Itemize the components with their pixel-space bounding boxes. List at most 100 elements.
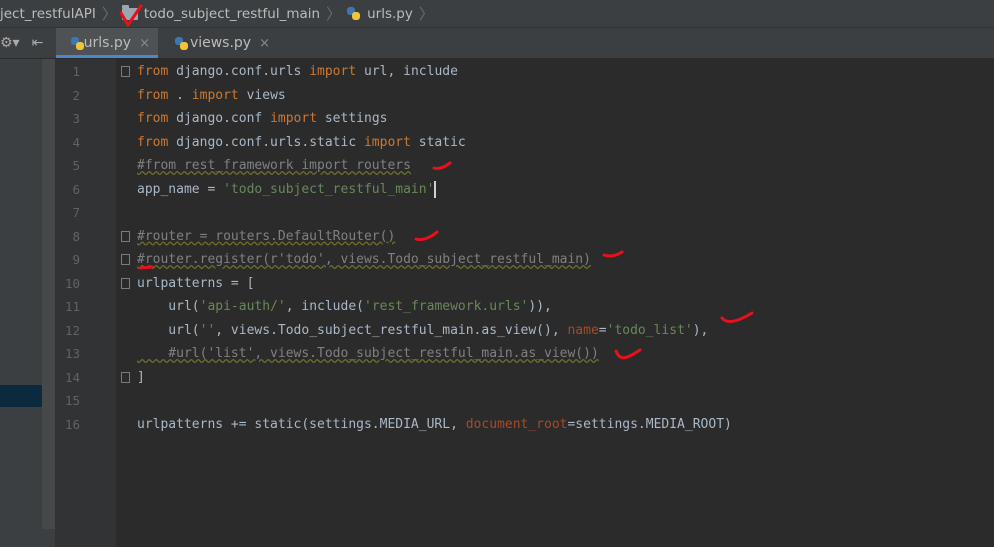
- code-token: import: [363, 134, 411, 150]
- code-token: django.conf.urls.static: [168, 134, 364, 150]
- code-token: url(: [137, 322, 200, 338]
- code-text: #router = routers.DefaultRouter(): [137, 225, 395, 249]
- code-token: app_name =: [137, 181, 224, 197]
- code-token: =: [598, 322, 607, 338]
- code-token: settings: [317, 111, 388, 126]
- line-number: 13: [64, 346, 80, 361]
- code-text: #from rest_framework import routers: [137, 154, 411, 178]
- code-text: #router.register(r'todo', views.Todo_sub…: [137, 248, 591, 272]
- code-line[interactable]: #from rest_framework import routers: [116, 154, 994, 178]
- line-number: 9: [72, 252, 80, 267]
- close-icon[interactable]: ×: [259, 36, 270, 51]
- code-line[interactable]: url('api-auth/', include('rest_framework…: [116, 295, 994, 319]
- code-text: from django.conf import settings: [137, 107, 387, 131]
- code-token: .: [168, 87, 192, 103]
- code-text: url('api-auth/', include('rest_framework…: [137, 295, 552, 319]
- line-number: 6: [72, 181, 80, 197]
- code-text: #url('list', views.Todo_subject_restful_…: [137, 342, 599, 366]
- breadcrumb-item-file[interactable]: urls.py 〉: [346, 3, 439, 24]
- code-token: import: [270, 111, 318, 126]
- fold-marker-icon[interactable]: [121, 254, 130, 265]
- code-token: urlpatterns += static(settings.MEDIA_URL…: [137, 416, 466, 432]
- line-number: 10: [64, 275, 80, 291]
- code-token: from: [137, 87, 169, 103]
- code-text: urlpatterns = [: [137, 272, 254, 296]
- code-line[interactable]: url('', views.Todo_subject_restful_main.…: [116, 319, 994, 343]
- code-text: url('', views.Todo_subject_restful_main.…: [137, 319, 708, 343]
- code-token: urlpatterns = [: [137, 275, 255, 291]
- code-token: django.conf.urls: [168, 64, 310, 79]
- code-token: from: [137, 111, 169, 126]
- collapse-icon[interactable]: ⇤: [32, 35, 44, 51]
- text-cursor: [434, 180, 437, 198]
- code-token: #from rest_framework import routers: [137, 158, 411, 173]
- fold-marker-icon[interactable]: [121, 371, 130, 383]
- code-token: document_root: [465, 416, 568, 432]
- breadcrumb-item-folder[interactable]: todo_subject_restful_main 〉: [121, 3, 346, 24]
- line-number: 11: [64, 299, 80, 314]
- code-line[interactable]: #url('list', views.Todo_subject_restful_…: [116, 342, 994, 366]
- breadcrumb-label: ject_restfulAPI: [0, 5, 96, 22]
- line-number: 1: [72, 64, 80, 79]
- line-number: 8: [72, 228, 80, 244]
- line-number: 16: [64, 416, 80, 432]
- fold-marker-icon[interactable]: [121, 230, 130, 242]
- code-token: ]: [137, 369, 145, 385]
- code-text: from django.conf.urls.static import stat…: [137, 131, 466, 155]
- code-editor[interactable]: from django.conf.urls import url, includ…: [116, 59, 994, 547]
- code-token: #router.register(r'todo', views.Todo_sub…: [137, 252, 591, 267]
- gear-icon[interactable]: ⚙▾: [0, 35, 20, 51]
- chevron-right-icon: 〉: [418, 5, 434, 23]
- panel-scrollbar[interactable]: [42, 59, 55, 529]
- code-token: #router = routers.DefaultRouter(): [137, 228, 396, 244]
- python-file-icon: [174, 36, 188, 51]
- code-line[interactable]: ]: [116, 366, 994, 390]
- tab-urls-py[interactable]: urls.py ×: [56, 28, 158, 58]
- chevron-right-icon: 〉: [101, 5, 117, 23]
- code-token: , views.Todo_subject_restful_main.as_vie…: [215, 322, 568, 338]
- code-token: from: [137, 134, 169, 150]
- code-line[interactable]: from django.conf.urls import url, includ…: [116, 60, 994, 84]
- code-line[interactable]: from django.conf import settings: [116, 107, 994, 131]
- close-icon[interactable]: ×: [139, 36, 150, 51]
- python-file-icon: [70, 36, 84, 51]
- code-line[interactable]: from django.conf.urls.static import stat…: [116, 131, 994, 155]
- line-number: 12: [64, 322, 80, 338]
- fold-marker-icon[interactable]: [121, 277, 130, 289]
- code-line[interactable]: urlpatterns += static(settings.MEDIA_URL…: [116, 413, 994, 437]
- code-token: '': [199, 322, 216, 338]
- line-number: 5: [72, 158, 80, 173]
- code-line[interactable]: from . import views: [116, 84, 994, 108]
- code-token: , include(: [285, 299, 364, 314]
- tab-views-py[interactable]: views.py ×: [160, 28, 278, 58]
- code-token: 'rest_framework.urls': [364, 299, 529, 314]
- code-line[interactable]: urlpatterns = [: [116, 272, 994, 296]
- code-line[interactable]: #router = routers.DefaultRouter(): [116, 225, 994, 249]
- code-token: ),: [692, 322, 709, 338]
- python-file-icon: [346, 6, 361, 21]
- breadcrumb-label: urls.py: [367, 5, 413, 22]
- tab-label: views.py: [189, 35, 252, 51]
- code-line[interactable]: [116, 201, 994, 225]
- fold-marker-icon[interactable]: [121, 66, 130, 77]
- breadcrumb: ject_restfulAPI 〉 todo_subject_restful_m…: [0, 0, 994, 28]
- breadcrumb-label: todo_subject_restful_main: [143, 5, 321, 22]
- code-text: urlpatterns += static(settings.MEDIA_URL…: [137, 413, 732, 437]
- tab-label: urls.py: [83, 35, 132, 51]
- code-line[interactable]: app_name = 'todo_subject_restful_main': [116, 178, 994, 202]
- code-token: )),: [528, 299, 552, 314]
- project-toolbar: ⚙▾ ⇤: [0, 28, 55, 58]
- breadcrumb-item-project[interactable]: ject_restfulAPI 〉: [0, 3, 122, 24]
- code-token: 'api-auth/': [199, 299, 286, 314]
- code-token: from: [137, 64, 169, 79]
- code-line[interactable]: [116, 389, 994, 413]
- code-token: django.conf: [168, 111, 271, 126]
- code-token: url, include: [356, 64, 458, 79]
- line-number: 15: [64, 393, 80, 408]
- code-text: app_name = 'todo_subject_restful_main': [137, 178, 437, 202]
- code-line[interactable]: #router.register(r'todo', views.Todo_sub…: [116, 248, 994, 272]
- code-token: import: [191, 87, 239, 103]
- line-number: 3: [72, 111, 80, 126]
- code-token: #url('list', views.Todo_subject_restful_…: [137, 346, 599, 361]
- code-text: ]: [137, 366, 145, 390]
